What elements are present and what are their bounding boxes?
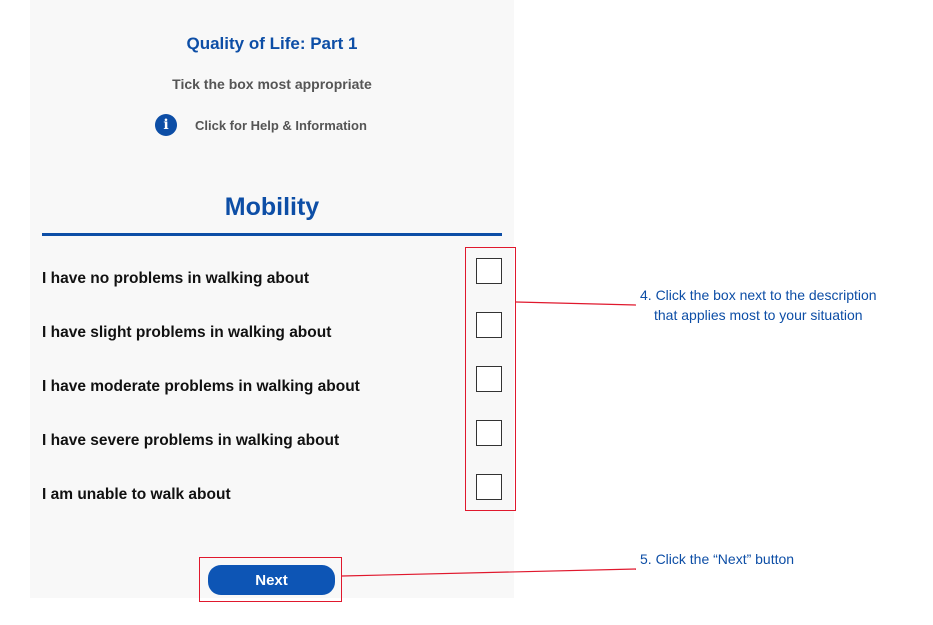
step4-annotation: 4. Click the box next to the description… [640, 285, 877, 325]
option-label-unable: I am unable to walk about [42, 486, 231, 503]
option-label-moderate-problems: I have moderate problems in walking abou… [42, 378, 360, 395]
option-label-severe-problems: I have severe problems in walking about [42, 432, 340, 449]
next-highlight-box [199, 557, 342, 602]
step5-annotation: 5. Click the “Next” button [640, 551, 795, 567]
section-divider [42, 233, 502, 236]
instruction-text: Tick the box most appropriate [172, 76, 372, 92]
checkbox-highlight-box [465, 247, 516, 511]
info-icon: i [155, 114, 177, 136]
section-title: Mobility [224, 193, 320, 221]
option-label-no-problems: I have no problems in walking about [42, 270, 309, 287]
help-link[interactable]: i Click for Help & Information [155, 114, 367, 136]
help-label: Click for Help & Information [195, 117, 367, 133]
step4-line2: that applies most to your situation [654, 307, 863, 323]
step4-line1: 4. Click the box next to the description [640, 287, 877, 303]
option-label-slight-problems: I have slight problems in walking about [42, 324, 332, 341]
page-title: Quality of Life: Part 1 [186, 34, 358, 53]
